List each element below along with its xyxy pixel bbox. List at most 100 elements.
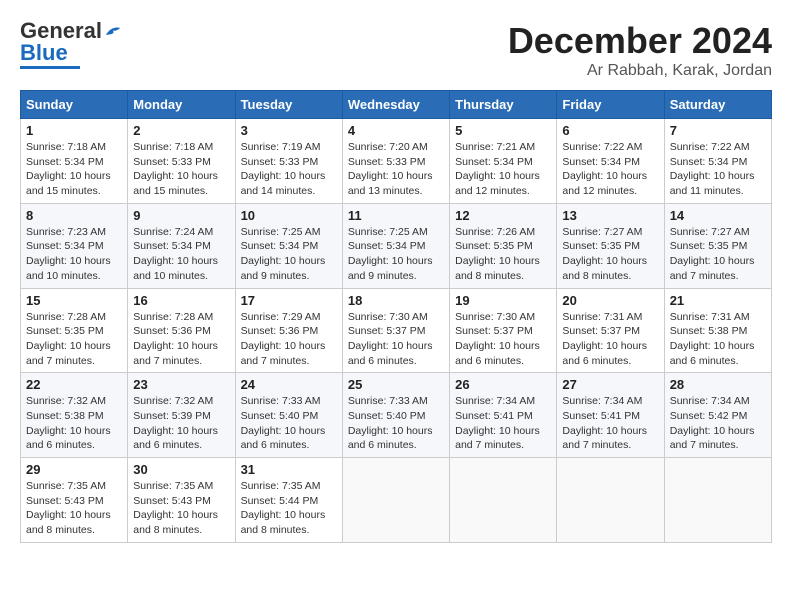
calendar-day-cell: 21 Sunrise: 7:31 AM Sunset: 5:38 PM Dayl… (664, 288, 771, 373)
daylight-label: Daylight: 10 hours and 8 minutes. (562, 255, 647, 282)
day-info: Sunrise: 7:32 AM Sunset: 5:39 PM Dayligh… (133, 394, 229, 453)
sunrise-label: Sunrise: 7:27 AM (562, 226, 642, 238)
daylight-label: Daylight: 10 hours and 15 minutes. (26, 170, 111, 197)
day-info: Sunrise: 7:26 AM Sunset: 5:35 PM Dayligh… (455, 225, 551, 284)
calendar-day-cell: 17 Sunrise: 7:29 AM Sunset: 5:36 PM Dayl… (235, 288, 342, 373)
calendar-day-cell: 30 Sunrise: 7:35 AM Sunset: 5:43 PM Dayl… (128, 458, 235, 543)
empty-cell (557, 458, 664, 543)
calendar-day-cell: 26 Sunrise: 7:34 AM Sunset: 5:41 PM Dayl… (450, 373, 557, 458)
calendar-day-cell: 23 Sunrise: 7:32 AM Sunset: 5:39 PM Dayl… (128, 373, 235, 458)
sunrise-label: Sunrise: 7:23 AM (26, 226, 106, 238)
calendar-day-cell: 3 Sunrise: 7:19 AM Sunset: 5:33 PM Dayli… (235, 119, 342, 204)
daylight-label: Daylight: 10 hours and 6 minutes. (562, 340, 647, 367)
daylight-label: Daylight: 10 hours and 12 minutes. (562, 170, 647, 197)
day-number: 27 (562, 377, 658, 392)
daylight-label: Daylight: 10 hours and 13 minutes. (348, 170, 433, 197)
daylight-label: Daylight: 10 hours and 8 minutes. (241, 509, 326, 536)
day-info: Sunrise: 7:27 AM Sunset: 5:35 PM Dayligh… (670, 225, 766, 284)
daylight-label: Daylight: 10 hours and 6 minutes. (670, 340, 755, 367)
day-number: 5 (455, 123, 551, 138)
calendar-day-cell: 6 Sunrise: 7:22 AM Sunset: 5:34 PM Dayli… (557, 119, 664, 204)
day-info: Sunrise: 7:34 AM Sunset: 5:42 PM Dayligh… (670, 394, 766, 453)
day-number: 11 (348, 208, 444, 223)
sunrise-label: Sunrise: 7:32 AM (26, 395, 106, 407)
empty-cell (450, 458, 557, 543)
day-number: 16 (133, 293, 229, 308)
sunrise-label: Sunrise: 7:29 AM (241, 311, 321, 323)
day-info: Sunrise: 7:28 AM Sunset: 5:36 PM Dayligh… (133, 310, 229, 369)
day-info: Sunrise: 7:32 AM Sunset: 5:38 PM Dayligh… (26, 394, 122, 453)
day-info: Sunrise: 7:25 AM Sunset: 5:34 PM Dayligh… (348, 225, 444, 284)
sunset-label: Sunset: 5:34 PM (241, 240, 319, 252)
sunset-label: Sunset: 5:33 PM (241, 156, 319, 168)
daylight-label: Daylight: 10 hours and 7 minutes. (670, 425, 755, 452)
daylight-label: Daylight: 10 hours and 8 minutes. (133, 509, 218, 536)
sunrise-label: Sunrise: 7:35 AM (133, 480, 213, 492)
sunrise-label: Sunrise: 7:24 AM (133, 226, 213, 238)
logo-blue-text: Blue (20, 40, 68, 65)
weekday-header-saturday: Saturday (664, 91, 771, 119)
sunrise-label: Sunrise: 7:30 AM (455, 311, 535, 323)
day-info: Sunrise: 7:23 AM Sunset: 5:34 PM Dayligh… (26, 225, 122, 284)
logo-bird-icon (104, 24, 122, 38)
sunrise-label: Sunrise: 7:25 AM (348, 226, 428, 238)
day-number: 1 (26, 123, 122, 138)
weekday-header-tuesday: Tuesday (235, 91, 342, 119)
sunset-label: Sunset: 5:37 PM (455, 325, 533, 337)
daylight-label: Daylight: 10 hours and 7 minutes. (455, 425, 540, 452)
calendar-day-cell: 28 Sunrise: 7:34 AM Sunset: 5:42 PM Dayl… (664, 373, 771, 458)
sunset-label: Sunset: 5:33 PM (133, 156, 211, 168)
sunset-label: Sunset: 5:35 PM (670, 240, 748, 252)
day-info: Sunrise: 7:28 AM Sunset: 5:35 PM Dayligh… (26, 310, 122, 369)
weekday-header-sunday: Sunday (21, 91, 128, 119)
calendar-day-cell: 31 Sunrise: 7:35 AM Sunset: 5:44 PM Dayl… (235, 458, 342, 543)
sunset-label: Sunset: 5:36 PM (133, 325, 211, 337)
sunrise-label: Sunrise: 7:25 AM (241, 226, 321, 238)
sunrise-label: Sunrise: 7:31 AM (670, 311, 750, 323)
calendar-day-cell: 13 Sunrise: 7:27 AM Sunset: 5:35 PM Dayl… (557, 203, 664, 288)
calendar-day-cell: 4 Sunrise: 7:20 AM Sunset: 5:33 PM Dayli… (342, 119, 449, 204)
day-info: Sunrise: 7:22 AM Sunset: 5:34 PM Dayligh… (562, 140, 658, 199)
daylight-label: Daylight: 10 hours and 11 minutes. (670, 170, 755, 197)
day-info: Sunrise: 7:27 AM Sunset: 5:35 PM Dayligh… (562, 225, 658, 284)
day-number: 2 (133, 123, 229, 138)
calendar-day-cell: 29 Sunrise: 7:35 AM Sunset: 5:43 PM Dayl… (21, 458, 128, 543)
day-number: 8 (26, 208, 122, 223)
calendar-day-cell: 8 Sunrise: 7:23 AM Sunset: 5:34 PM Dayli… (21, 203, 128, 288)
day-info: Sunrise: 7:30 AM Sunset: 5:37 PM Dayligh… (455, 310, 551, 369)
calendar-day-cell: 12 Sunrise: 7:26 AM Sunset: 5:35 PM Dayl… (450, 203, 557, 288)
day-number: 13 (562, 208, 658, 223)
sunset-label: Sunset: 5:41 PM (455, 410, 533, 422)
day-number: 14 (670, 208, 766, 223)
location-text: Ar Rabbah, Karak, Jordan (508, 62, 772, 80)
sunset-label: Sunset: 5:44 PM (241, 495, 319, 507)
day-info: Sunrise: 7:25 AM Sunset: 5:34 PM Dayligh… (241, 225, 337, 284)
day-number: 6 (562, 123, 658, 138)
daylight-label: Daylight: 10 hours and 6 minutes. (348, 340, 433, 367)
calendar-day-cell: 22 Sunrise: 7:32 AM Sunset: 5:38 PM Dayl… (21, 373, 128, 458)
sunset-label: Sunset: 5:34 PM (670, 156, 748, 168)
day-number: 24 (241, 377, 337, 392)
weekday-header-wednesday: Wednesday (342, 91, 449, 119)
day-info: Sunrise: 7:31 AM Sunset: 5:38 PM Dayligh… (670, 310, 766, 369)
sunrise-label: Sunrise: 7:19 AM (241, 141, 321, 153)
daylight-label: Daylight: 10 hours and 10 minutes. (133, 255, 218, 282)
calendar-week-row: 8 Sunrise: 7:23 AM Sunset: 5:34 PM Dayli… (21, 203, 772, 288)
day-number: 15 (26, 293, 122, 308)
sunset-label: Sunset: 5:40 PM (348, 410, 426, 422)
calendar-day-cell: 14 Sunrise: 7:27 AM Sunset: 5:35 PM Dayl… (664, 203, 771, 288)
calendar-day-cell: 19 Sunrise: 7:30 AM Sunset: 5:37 PM Dayl… (450, 288, 557, 373)
day-number: 18 (348, 293, 444, 308)
sunset-label: Sunset: 5:34 PM (26, 156, 104, 168)
page-header: General Blue December 2024 Ar Rabbah, Ka… (20, 20, 772, 80)
logo: General Blue (20, 20, 122, 69)
sunset-label: Sunset: 5:43 PM (26, 495, 104, 507)
sunset-label: Sunset: 5:34 PM (348, 240, 426, 252)
sunrise-label: Sunrise: 7:32 AM (133, 395, 213, 407)
sunset-label: Sunset: 5:42 PM (670, 410, 748, 422)
sunrise-label: Sunrise: 7:35 AM (241, 480, 321, 492)
sunset-label: Sunset: 5:40 PM (241, 410, 319, 422)
logo-underline (20, 66, 80, 69)
sunset-label: Sunset: 5:36 PM (241, 325, 319, 337)
day-info: Sunrise: 7:24 AM Sunset: 5:34 PM Dayligh… (133, 225, 229, 284)
